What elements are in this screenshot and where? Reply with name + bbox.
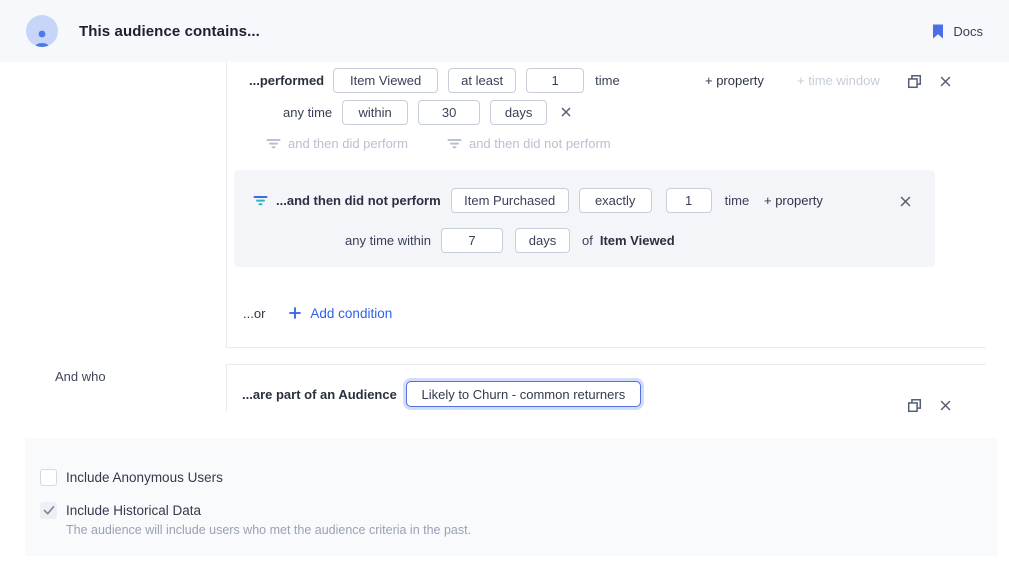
- and-then-did-perform-link[interactable]: and then did perform: [266, 136, 408, 151]
- duplicate-condition-button[interactable]: [905, 72, 924, 91]
- did-not-perform-card: ...and then did not perform Item Purchas…: [234, 170, 935, 267]
- include-historical-label: Include Historical Data: [66, 503, 201, 518]
- bookmark-icon: [932, 24, 944, 39]
- filter-icon: [447, 138, 462, 149]
- operator-select[interactable]: at least: [448, 68, 516, 93]
- count-input[interactable]: [666, 188, 712, 213]
- include-anonymous-label: Include Anonymous Users: [66, 470, 223, 485]
- remove-condition-button[interactable]: [938, 398, 953, 413]
- and-then-did-not-perform-label: and then did not perform: [469, 136, 611, 151]
- filter-icon: [266, 138, 281, 149]
- any-time-within-label: any time within: [345, 233, 431, 248]
- and-then-did-not-perform-link[interactable]: and then did not perform: [447, 136, 611, 151]
- condition-group-performed: ...performed Item Viewed at least time +…: [226, 62, 986, 348]
- page-title: This audience contains...: [79, 23, 260, 40]
- time-window-row: any time within days: [227, 99, 986, 125]
- avatar: [26, 15, 58, 47]
- of-label: of: [582, 233, 593, 248]
- include-historical-description: The audience will include users who met …: [66, 523, 471, 537]
- duplicate-icon: [907, 74, 922, 89]
- did-not-perform-label: ...and then did not perform: [276, 193, 441, 208]
- duplicate-condition-button[interactable]: [905, 396, 924, 415]
- remove-time-window-button[interactable]: [559, 105, 573, 119]
- filter-icon: [253, 195, 268, 206]
- audience-label: ...are part of an Audience: [242, 387, 397, 402]
- event-select[interactable]: Item Viewed: [333, 68, 438, 93]
- followup-links-row: and then did perform and then did not pe…: [227, 134, 986, 152]
- docs-button[interactable]: Docs: [932, 24, 983, 39]
- duplicate-icon: [907, 398, 922, 413]
- options-panel: Include Anonymous Users Include Historic…: [25, 438, 997, 556]
- card-time-window-row: any time within days of Item Viewed: [234, 227, 935, 253]
- operator-select[interactable]: exactly: [579, 188, 652, 213]
- and-who-label: And who: [55, 369, 106, 384]
- days-unit-select[interactable]: days: [490, 100, 547, 125]
- condition-group-audience: ...are part of an Audience: [226, 364, 986, 412]
- include-historical-checkbox[interactable]: [40, 502, 57, 519]
- days-count-input[interactable]: [418, 100, 480, 125]
- plus-icon: [289, 307, 301, 319]
- add-property-link[interactable]: + property: [764, 193, 823, 208]
- add-condition-button[interactable]: Add condition: [289, 306, 392, 321]
- docs-label: Docs: [953, 24, 983, 39]
- user-icon: [32, 27, 52, 47]
- audience-builder-page: This audience contains... Docs ...perfor…: [0, 0, 1009, 580]
- and-then-did-perform-label: and then did perform: [288, 136, 408, 151]
- time-unit-label: time: [595, 73, 620, 88]
- did-not-perform-row: ...and then did not perform Item Purchas…: [234, 187, 935, 213]
- or-label: ...or: [243, 306, 265, 321]
- within-select[interactable]: within: [342, 100, 408, 125]
- close-icon: [561, 107, 571, 117]
- add-property-link[interactable]: + property: [705, 73, 764, 88]
- header-bar: This audience contains... Docs: [0, 0, 1009, 62]
- audience-input[interactable]: [406, 381, 641, 407]
- any-time-label: any time: [283, 105, 332, 120]
- close-icon: [940, 400, 951, 411]
- close-icon: [940, 76, 951, 87]
- days-unit-select[interactable]: days: [515, 228, 570, 253]
- event-select[interactable]: Item Purchased: [451, 188, 569, 213]
- count-input[interactable]: [526, 68, 584, 93]
- close-icon: [900, 196, 911, 207]
- add-condition-label: Add condition: [310, 306, 392, 321]
- add-time-window-link[interactable]: + time window: [797, 73, 880, 88]
- remove-condition-button[interactable]: [898, 194, 913, 209]
- days-count-input[interactable]: [441, 228, 503, 253]
- performed-row: ...performed Item Viewed at least time +…: [227, 67, 986, 93]
- of-event-label: Item Viewed: [600, 233, 675, 248]
- time-unit-label: time: [725, 193, 750, 208]
- remove-condition-button[interactable]: [938, 74, 953, 89]
- include-anonymous-checkbox[interactable]: [40, 469, 57, 486]
- performed-label: ...performed: [249, 73, 324, 88]
- audience-row: ...are part of an Audience: [227, 381, 986, 407]
- or-row: ...or Add condition: [227, 302, 986, 324]
- include-anonymous-row: Include Anonymous Users: [40, 469, 223, 486]
- include-historical-row: Include Historical Data: [40, 502, 201, 519]
- check-icon: [43, 505, 55, 516]
